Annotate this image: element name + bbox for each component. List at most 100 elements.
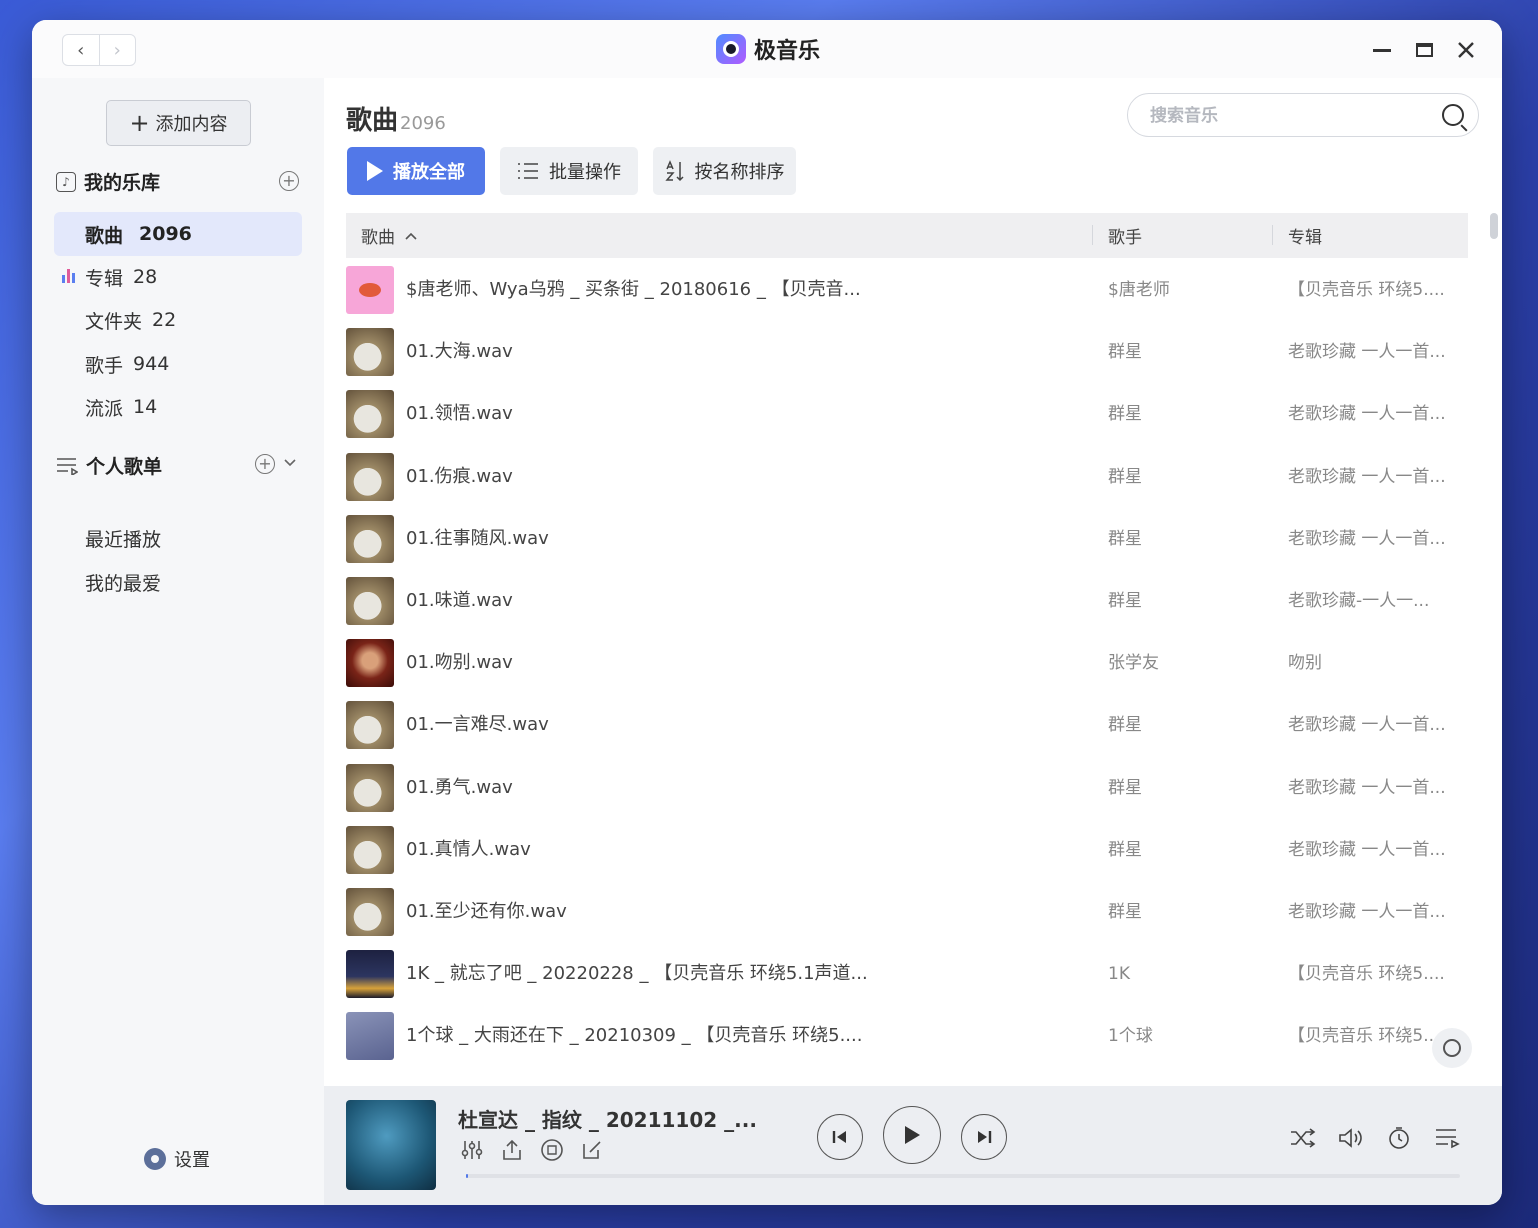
table-row[interactable]: 01.往事随风.wav 群星 老歌珍藏 一人一首... <box>346 510 1468 572</box>
song-artist: 群星 <box>1108 777 1142 798</box>
song-title: 01.勇气.wav <box>406 776 513 798</box>
playlist-item-favorites[interactable]: 我的最爱 <box>54 560 302 604</box>
back-button[interactable]: ‹ <box>63 35 100 65</box>
search-input[interactable] <box>1150 102 1430 130</box>
song-title: 01.伤痕.wav <box>406 465 513 487</box>
gear-icon <box>144 1148 166 1170</box>
song-artist: 群星 <box>1108 590 1142 611</box>
volume-icon <box>1339 1128 1362 1148</box>
settings-button[interactable]: 设置 <box>144 1146 210 1172</box>
table-row[interactable]: 01.一言难尽.wav 群星 老歌珍藏 一人一首... <box>346 696 1468 758</box>
minimize-button[interactable] <box>1367 36 1397 64</box>
sidebar-item-label: 专辑 <box>85 267 124 290</box>
add-playlist-button[interactable]: + <box>255 454 275 474</box>
chevron-right-icon: › <box>113 39 121 61</box>
table-row[interactable]: 01.大海.wav 群星 老歌珍藏 一人一首... <box>346 323 1468 385</box>
song-artist: $唐老师 <box>1108 280 1170 300</box>
table-row[interactable]: 01.至少还有你.wav 群星 老歌珍藏 一人一首... <box>346 883 1468 945</box>
song-artist: 群星 <box>1108 901 1142 922</box>
play-icon <box>905 1126 920 1144</box>
sidebar-item-label: 流派 <box>85 397 124 420</box>
table-row[interactable]: $唐老师、Wya乌鸦 _ 买条街 _ 20180616 _ 【贝壳音... $唐… <box>346 261 1468 323</box>
next-button[interactable] <box>961 1114 1007 1160</box>
play-pause-button[interactable] <box>883 1106 941 1164</box>
song-album: 【贝壳音乐 环绕5.... <box>1288 280 1445 300</box>
add-content-button[interactable]: + 添加内容 <box>106 100 251 146</box>
column-divider[interactable] <box>1272 225 1273 245</box>
table-row[interactable]: 01.勇气.wav 群星 老歌珍藏 一人一首... <box>346 759 1468 821</box>
table-row[interactable]: 01.吻别.wav 张学友 吻别 <box>346 634 1468 696</box>
scrollbar-thumb[interactable] <box>1490 213 1498 239</box>
column-title-header[interactable]: 歌曲 <box>361 223 417 248</box>
player-tools <box>460 1138 604 1162</box>
equalizer-settings-icon[interactable] <box>460 1138 484 1162</box>
timer-icon <box>1389 1127 1409 1149</box>
maximize-button[interactable] <box>1409 36 1439 64</box>
sidebar-item-folders[interactable]: 文件夹 22 <box>54 298 302 342</box>
table-row[interactable]: 1个球 _ 大雨还在下 _ 20210309 _ 【贝壳音乐 环绕5.... 1… <box>346 1007 1468 1069</box>
minimize-icon <box>1373 48 1391 52</box>
lyrics-icon[interactable] <box>540 1138 564 1162</box>
nav-buttons: ‹ › <box>62 34 136 66</box>
share-icon[interactable] <box>500 1138 524 1162</box>
progress-fill <box>466 1174 468 1178</box>
now-playing-cover[interactable] <box>346 1100 436 1190</box>
song-artist: 群星 <box>1108 466 1142 487</box>
song-album: 老歌珍藏-一人一... <box>1288 590 1430 611</box>
previous-button[interactable] <box>817 1114 863 1160</box>
column-divider[interactable] <box>1092 225 1093 245</box>
song-artist: 1个球 <box>1108 1026 1153 1047</box>
timer-button[interactable] <box>1385 1124 1413 1152</box>
sort-asc-icon <box>405 232 417 240</box>
title-bar: ‹ › 极音乐 <box>32 20 1502 78</box>
search-icon[interactable] <box>1442 104 1464 126</box>
song-album: 老歌珍藏 一人一首... <box>1288 901 1446 922</box>
progress-bar[interactable] <box>466 1174 1460 1178</box>
skip-back-icon <box>832 1131 846 1143</box>
sort-by-name-button[interactable]: 按名称排序 <box>653 147 796 195</box>
column-title-label: 歌曲 <box>361 228 395 248</box>
batch-operation-button[interactable]: 批量操作 <box>500 147 638 195</box>
shuffle-button[interactable] <box>1289 1124 1317 1152</box>
close-button[interactable] <box>1451 36 1481 64</box>
sidebar: + 添加内容 ♪ 我的乐库 + 歌曲 2096 专辑 28 文件夹 22 歌手 … <box>32 78 324 1205</box>
sidebar-item-genres[interactable]: 流派 14 <box>54 385 302 429</box>
playlist-queue-button[interactable] <box>1433 1124 1461 1152</box>
sidebar-item-artists[interactable]: 歌手 944 <box>54 342 302 386</box>
table-row[interactable]: 01.味道.wav 群星 老歌珍藏-一人一... <box>346 572 1468 634</box>
play-all-button[interactable]: 播放全部 <box>347 147 485 195</box>
song-artist: 群星 <box>1108 715 1142 736</box>
playlist-icon <box>57 457 78 475</box>
chevron-down-icon[interactable] <box>284 459 296 467</box>
library-title: 我的乐库 <box>84 172 161 194</box>
app-title-text: 极音乐 <box>754 39 821 64</box>
table-row[interactable]: 01.领悟.wav 群星 老歌珍藏 一人一首... <box>346 385 1468 447</box>
page-title-text: 歌曲 <box>346 106 399 136</box>
song-artist: 群星 <box>1108 404 1142 425</box>
play-icon <box>367 161 383 181</box>
table-row[interactable]: 1K _ 就忘了吧 _ 20220228 _ 【贝壳音乐 环绕5.1声道... … <box>346 945 1468 1007</box>
batch-label: 批量操作 <box>549 162 621 183</box>
album-cover <box>346 452 394 501</box>
sidebar-item-label: 歌曲 <box>85 224 124 247</box>
library-header: ♪ 我的乐库 <box>56 168 160 195</box>
song-title: 1个球 _ 大雨还在下 _ 20210309 _ 【贝壳音乐 环绕5.... <box>406 1025 863 1047</box>
sidebar-item-count: 14 <box>133 396 158 418</box>
crosshair-icon <box>1443 1039 1461 1057</box>
forward-button[interactable]: › <box>100 35 136 65</box>
table-row[interactable]: 01.真情人.wav 群星 老歌珍藏 一人一首... <box>346 821 1468 883</box>
song-list-header: 歌曲 歌手 专辑 <box>346 213 1468 258</box>
playlist-item-recent[interactable]: 最近播放 <box>54 516 302 560</box>
add-library-button[interactable]: + <box>279 171 299 191</box>
sidebar-item-albums[interactable]: 专辑 28 <box>54 255 302 299</box>
edit-icon[interactable] <box>580 1138 604 1162</box>
column-artist-header[interactable]: 歌手 <box>1108 223 1142 248</box>
album-cover <box>346 950 394 999</box>
search-box <box>1127 93 1479 137</box>
column-album-header[interactable]: 专辑 <box>1288 223 1322 248</box>
locate-current-button[interactable] <box>1432 1028 1472 1068</box>
table-row[interactable]: 01.伤痕.wav 群星 老歌珍藏 一人一首... <box>346 448 1468 510</box>
sidebar-item-songs[interactable]: 歌曲 2096 <box>54 212 302 256</box>
sidebar-item-label: 文件夹 <box>85 310 143 333</box>
volume-button[interactable] <box>1337 1124 1365 1152</box>
